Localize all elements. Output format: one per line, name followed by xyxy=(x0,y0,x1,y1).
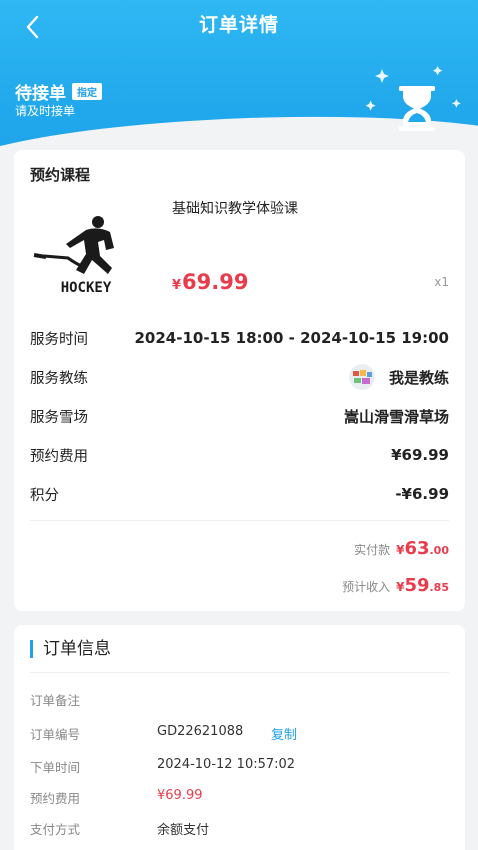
header-banner: 订单详情 待接单 指定 请及时接单 xyxy=(0,0,478,170)
service-coach-value-group[interactable]: 我是教练 xyxy=(348,364,449,390)
assigned-badge: 指定 xyxy=(72,83,102,100)
copy-order-number-button[interactable]: 复制 xyxy=(271,724,297,743)
card-divider xyxy=(30,520,449,521)
paid-amount-decimal: .00 xyxy=(429,544,450,557)
expected-income-integer: 59 xyxy=(404,575,430,596)
service-coach-name: 我是教练 xyxy=(388,368,449,387)
course-price: ¥69.99 xyxy=(172,270,248,294)
order-status-hint: 请及时接单 xyxy=(15,104,76,118)
expected-income-label: 预计收入 xyxy=(342,580,391,594)
course-section-title: 预约课程 xyxy=(30,166,91,184)
paid-amount-row: 实付款 ¥63.00 xyxy=(354,538,449,559)
order-number-label: 订单编号 xyxy=(30,727,81,742)
coach-avatar xyxy=(348,364,375,390)
paid-amount-label: 实付款 xyxy=(354,543,391,557)
service-coach-row: 服务教练 我是教练 xyxy=(30,364,449,390)
order-status-label: 待接单 xyxy=(15,84,66,104)
hourglass-icon xyxy=(366,66,461,131)
payment-method-label: 支付方式 xyxy=(30,822,81,837)
page-title: 订单详情 xyxy=(198,14,279,36)
points-row: 积分 -¥6.99 xyxy=(30,482,449,506)
course-price-value: 69.99 xyxy=(182,270,249,294)
order-info-card: 订单信息 订单备注 订单编号 GD22621088 复制 下单时间 2024-1… xyxy=(14,625,465,850)
payment-method-value: 余额支付 xyxy=(157,823,210,838)
service-time-label: 服务时间 xyxy=(30,331,88,348)
course-name[interactable]: 基础知识教学体验课 xyxy=(172,198,298,218)
expected-income: ¥59.85 xyxy=(396,575,449,596)
order-fee-label: 预约费用 xyxy=(30,791,81,806)
service-time-row: 服务时间 2024-10-15 18:00 - 2024-10-15 19:00 xyxy=(30,326,449,350)
order-remark-label: 订单备注 xyxy=(30,693,81,708)
service-venue-row: 服务雪场 嵩山滑雪滑草场 xyxy=(30,404,449,428)
paid-amount-integer: 63 xyxy=(404,538,430,559)
service-venue-value: 嵩山滑雪滑草场 xyxy=(343,407,449,426)
order-time-value: 2024-10-12 10:57:02 xyxy=(157,757,296,772)
course-price-currency: ¥ xyxy=(172,278,182,293)
order-info-divider xyxy=(30,672,449,673)
booking-fee-value: ¥69.99 xyxy=(391,446,449,464)
order-info-title: 订单信息 xyxy=(30,640,111,658)
order-status: 待接单 指定 xyxy=(15,79,102,104)
expected-income-row: 预计收入 ¥59.85 xyxy=(342,575,449,596)
paid-amount: ¥63.00 xyxy=(396,538,449,559)
points-label: 积分 xyxy=(30,487,59,504)
service-venue-label: 服务雪场 xyxy=(30,409,88,426)
order-number-value: GD22621088 xyxy=(157,724,244,739)
expected-income-decimal: .85 xyxy=(429,581,450,594)
course-quantity: x1 xyxy=(434,275,449,289)
service-time-value: 2024-10-15 18:00 - 2024-10-15 19:00 xyxy=(134,329,449,347)
course-card: 预约课程 HOCKEY 基础知识教学体验课 ¥69.99 x1 服务时间 202… xyxy=(14,150,465,611)
order-fee-value: ¥69.99 xyxy=(157,788,203,803)
hockey-course-image[interactable]: HOCKEY xyxy=(28,208,144,298)
booking-fee-label: 预约费用 xyxy=(30,448,88,465)
points-value: -¥6.99 xyxy=(395,485,449,503)
booking-fee-row: 预约费用 ¥69.99 xyxy=(30,443,449,467)
service-coach-label: 服务教练 xyxy=(30,370,88,387)
hockey-logo-text: HOCKEY xyxy=(61,280,112,296)
order-time-label: 下单时间 xyxy=(30,760,81,775)
